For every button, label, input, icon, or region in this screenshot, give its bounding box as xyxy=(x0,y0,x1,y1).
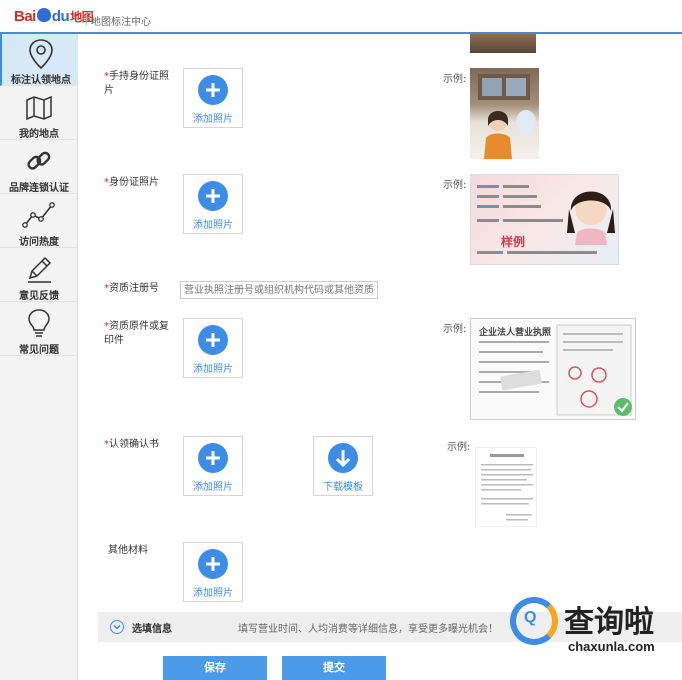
save-button[interactable]: 保存 xyxy=(163,656,267,680)
add-icon xyxy=(198,549,228,579)
sidebar-item-label: 常见问题 xyxy=(19,345,59,356)
sidebar-item-my-places[interactable]: 我的地点 xyxy=(0,88,78,140)
line-chart-icon xyxy=(22,202,55,228)
claim-letter-label: *认领确认书 xyxy=(104,438,159,452)
sample-stamp-text: 样例 xyxy=(501,235,526,249)
sidebar: 标注认领地点 我的地点 品牌连锁认证 访问热度 意见反馈 常见问题 xyxy=(0,34,78,680)
top-header: Bai du地图 地图标注中心 xyxy=(0,0,682,34)
claim-letter-upload-button[interactable]: 添加照片 xyxy=(183,436,243,496)
claim-letter-label-text: 认领确认书 xyxy=(109,439,159,450)
sample-label: 示例: xyxy=(443,324,467,335)
id-card-label: *身份证照片 xyxy=(104,176,174,190)
other-materials-upload-button[interactable]: 添加照片 xyxy=(183,542,243,602)
sample-label: 示例: xyxy=(443,180,467,191)
sidebar-item-brand-chain[interactable]: 品牌连锁认证 xyxy=(0,142,78,194)
chaxunla-watermark: Q 查询啦 chaxunla.com xyxy=(506,595,682,663)
watermark-title: 查询啦 xyxy=(564,605,654,640)
sample-business-license-image: 企业法人营业执照 xyxy=(470,318,636,420)
download-label: 下载模板 xyxy=(323,482,363,493)
handheld-id-label: *手持身份证照片 xyxy=(104,70,174,98)
download-template-button[interactable]: 下载模板 xyxy=(313,436,373,496)
add-icon xyxy=(198,181,228,211)
logo-text: Bai xyxy=(14,8,36,25)
location-pin-icon xyxy=(29,39,53,70)
handheld-id-upload-button[interactable]: 添加照片 xyxy=(183,68,243,128)
handheld-id-label-text: 手持身份证照片 xyxy=(104,71,169,96)
baidu-map-logo[interactable]: Bai du地图 xyxy=(14,8,94,25)
optional-info-title: 选填信息 xyxy=(132,624,172,635)
upload-label: 添加照片 xyxy=(193,114,233,125)
header-divider xyxy=(86,12,87,25)
sidebar-item-visit-heat[interactable]: 访问热度 xyxy=(0,196,78,248)
sidebar-item-label: 意见反馈 xyxy=(19,291,59,302)
optional-info-desc: 填写营业时间、人均消费等详细信息，享受更多曝光机会！ xyxy=(238,624,498,635)
sidebar-item-claim[interactable]: 标注认领地点 xyxy=(0,34,78,86)
baidu-paw-icon xyxy=(36,8,51,22)
sample-claim-letter-image xyxy=(475,447,537,527)
sample-handheld-id-image xyxy=(470,68,539,159)
sidebar-item-label: 品牌连锁认证 xyxy=(9,183,69,194)
watermark-url: chaxunla.com xyxy=(568,639,655,654)
sample-label: 示例: xyxy=(443,74,467,85)
add-icon xyxy=(198,325,228,355)
page-title: 地图标注中心 xyxy=(91,17,151,28)
qualification-label: *资质原件或复印件 xyxy=(104,320,174,348)
reg-no-input[interactable] xyxy=(180,281,378,299)
sample-label: 示例: xyxy=(447,442,471,453)
lightbulb-icon xyxy=(28,309,50,337)
reg-no-label: *资质注册号 xyxy=(104,282,159,296)
sample-id-card-image: 样例 xyxy=(470,174,619,265)
id-card-label-text: 身份证照片 xyxy=(109,177,159,188)
sidebar-item-label: 我的地点 xyxy=(19,129,59,140)
upload-label: 添加照片 xyxy=(193,588,233,599)
qualification-label-text: 资质原件或复印件 xyxy=(104,321,169,346)
logo-du: du xyxy=(51,8,70,25)
upload-label: 添加照片 xyxy=(193,482,233,493)
sidebar-item-faq[interactable]: 常见问题 xyxy=(0,304,78,356)
sidebar-item-label: 标注认领地点 xyxy=(11,75,71,86)
sample-storefront-partial-image xyxy=(470,34,536,53)
add-icon xyxy=(198,75,228,105)
upload-label: 添加照片 xyxy=(193,220,233,231)
sidebar-item-feedback[interactable]: 意见反馈 xyxy=(0,250,78,302)
logo-map-text: 地图 xyxy=(70,10,94,24)
watermark-q-glyph: Q xyxy=(524,609,537,626)
id-card-upload-button[interactable]: 添加照片 xyxy=(183,174,243,234)
qualification-upload-button[interactable]: 添加照片 xyxy=(183,318,243,378)
other-materials-label: 其他材料 xyxy=(108,545,148,556)
download-icon xyxy=(328,443,358,473)
sidebar-item-label: 访问热度 xyxy=(19,237,59,248)
add-icon xyxy=(198,443,228,473)
chevron-down-icon xyxy=(110,620,124,634)
chain-link-icon xyxy=(27,151,51,170)
reg-no-label-text: 资质注册号 xyxy=(109,283,159,294)
submit-button[interactable]: 提交 xyxy=(282,656,386,680)
upload-label: 添加照片 xyxy=(193,364,233,375)
pencil-icon xyxy=(28,256,52,283)
map-icon xyxy=(26,95,52,121)
